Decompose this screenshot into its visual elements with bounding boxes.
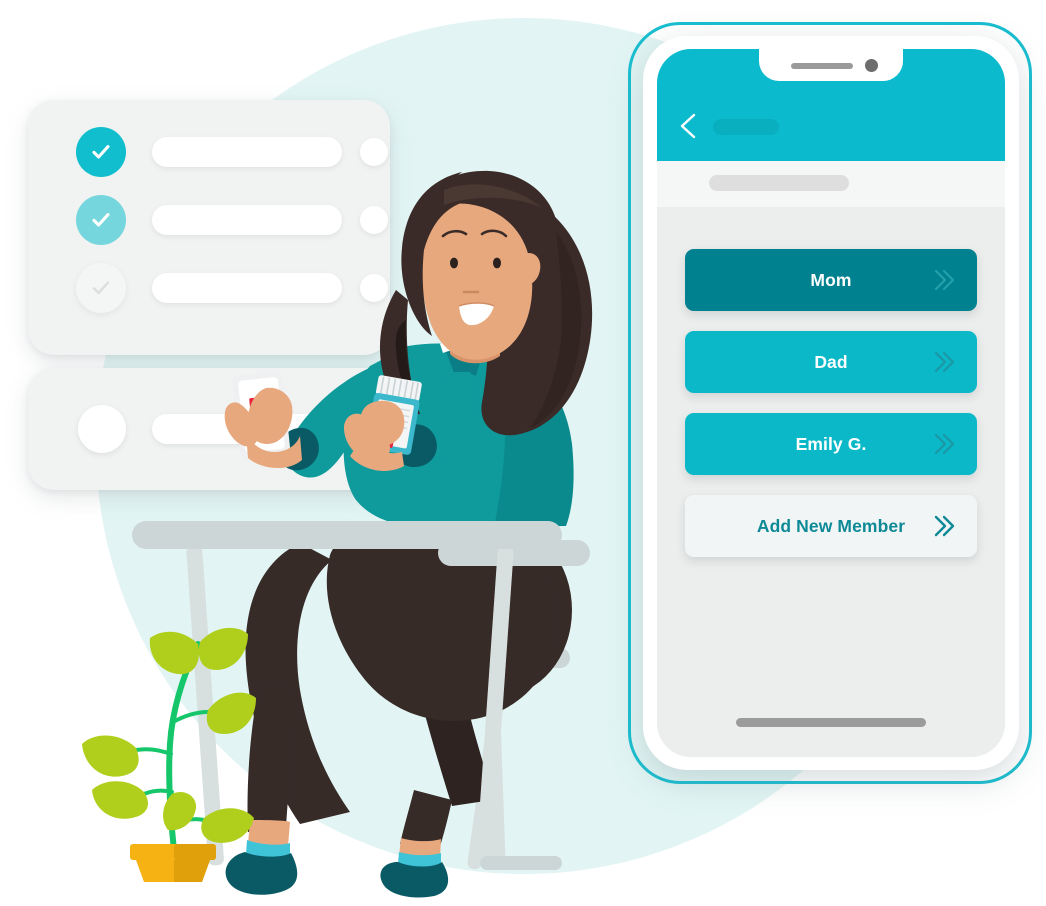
phone-screen: Mom Dad Emily G. Add New Member bbox=[657, 49, 1005, 757]
plant-pot-rim-shade bbox=[174, 844, 216, 860]
member-button-emily[interactable]: Emily G. bbox=[685, 413, 977, 475]
phone-device: Mom Dad Emily G. Add New Member bbox=[643, 36, 1019, 770]
plant-leaf bbox=[206, 692, 256, 734]
member-label: Dad bbox=[814, 351, 848, 372]
chevron-double-right-icon bbox=[934, 433, 955, 455]
speaker-grille-icon bbox=[791, 63, 853, 69]
plant-leaf bbox=[198, 627, 248, 670]
plant-leaf bbox=[201, 808, 254, 843]
chevron-double-right-icon bbox=[934, 351, 955, 373]
eye-left bbox=[450, 257, 458, 269]
add-new-member-label: Add New Member bbox=[756, 515, 906, 536]
member-button-mom[interactable]: Mom bbox=[685, 249, 977, 311]
plant-pot-shade bbox=[174, 860, 210, 882]
plant-leaf bbox=[149, 631, 200, 675]
plant-branch bbox=[171, 710, 210, 724]
search-bar[interactable] bbox=[657, 161, 1005, 207]
search-input-placeholder[interactable] bbox=[709, 175, 849, 191]
add-new-member-button[interactable]: Add New Member bbox=[685, 495, 977, 557]
plant-leaf bbox=[92, 781, 148, 819]
desk-foot bbox=[480, 856, 562, 870]
front-camera-icon bbox=[865, 59, 878, 72]
member-label: Emily G. bbox=[795, 433, 867, 454]
plant-branch bbox=[134, 747, 173, 756]
sock-foot-rear bbox=[380, 862, 449, 898]
member-label: Mom bbox=[810, 269, 852, 290]
nav-title-placeholder bbox=[713, 119, 779, 135]
home-indicator[interactable] bbox=[736, 718, 926, 727]
chevron-double-right-icon bbox=[934, 269, 955, 291]
chevron-left-icon[interactable] bbox=[679, 113, 697, 139]
plant-leaf bbox=[82, 735, 139, 777]
phone-notch bbox=[759, 49, 903, 81]
eye-right bbox=[493, 257, 501, 269]
member-list: Mom Dad Emily G. Add New Member bbox=[657, 207, 1005, 757]
illustration-canvas: Mom Dad Emily G. Add New Member bbox=[0, 0, 1046, 906]
member-button-dad[interactable]: Dad bbox=[685, 331, 977, 393]
pants-rear-shin bbox=[400, 790, 452, 846]
chevron-double-right-icon bbox=[934, 515, 955, 537]
potted-plant bbox=[82, 627, 256, 882]
desk-top bbox=[132, 521, 562, 549]
phone-status-bar bbox=[657, 49, 1005, 161]
